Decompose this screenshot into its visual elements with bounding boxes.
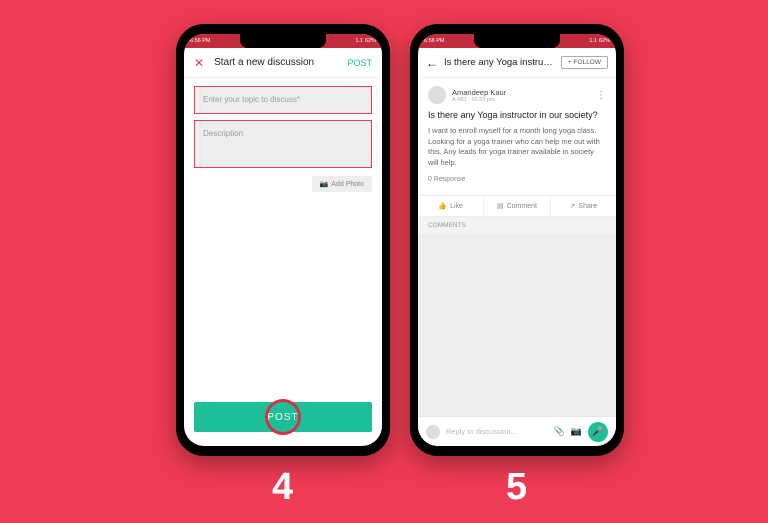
- comment-icon: ▤: [497, 202, 504, 210]
- post-button[interactable]: POST: [194, 402, 372, 432]
- author-meta: A-081 · 02:53 pm: [452, 97, 506, 103]
- step-number-4: 4: [272, 466, 293, 509]
- status-batt: 62%: [599, 38, 610, 44]
- close-icon[interactable]: ✕: [194, 56, 204, 70]
- share-button[interactable]: ↗ Share: [550, 196, 616, 216]
- response-count: 0 Response: [428, 176, 606, 187]
- add-photo-button[interactable]: 📷 Add Photo: [312, 176, 372, 192]
- header-bar: ✕ Start a new discussion POST: [184, 48, 382, 78]
- phone-notch: [240, 34, 326, 48]
- comment-button[interactable]: ▤ Comment: [483, 196, 549, 216]
- author-row: Amandeep Kaur A-081 · 02:53 pm ⋮: [428, 86, 606, 104]
- screen-4: 6:56 PM 1.1 62% ✕ Start a new discussion…: [184, 34, 382, 446]
- post-button-label: POST: [267, 412, 298, 423]
- reply-avatar: [426, 425, 440, 439]
- avatar: [428, 86, 446, 104]
- header-bar: ← Is there any Yoga instruct... + FOLLOW: [418, 48, 616, 78]
- status-net: 1.1: [355, 38, 363, 44]
- share-label: Share: [578, 203, 597, 210]
- screen-5: 6:56 PM 1.1 62% ← Is there any Yoga inst…: [418, 34, 616, 446]
- status-time: 6:56 PM: [190, 38, 210, 44]
- post-card: Amandeep Kaur A-081 · 02:53 pm ⋮ Is ther…: [418, 78, 616, 195]
- comments-header: COMMENTS: [418, 217, 616, 234]
- status-batt: 62%: [365, 38, 376, 44]
- post-title: Is there any Yoga instructor in our soci…: [428, 110, 606, 120]
- reply-bar: Reply to discussion... 📎 📷 🎤: [418, 416, 616, 446]
- share-icon: ↗: [570, 202, 576, 210]
- step-number-5: 5: [506, 466, 527, 509]
- form-area: Enter your topic to discuss* Description…: [184, 78, 382, 200]
- topic-input[interactable]: Enter your topic to discuss*: [194, 86, 372, 114]
- comments-area: [418, 234, 616, 416]
- camera-icon: 📷: [320, 180, 329, 188]
- header-post-link[interactable]: POST: [347, 58, 372, 68]
- author-name: Amandeep Kaur: [452, 88, 506, 97]
- action-row: 👍 Like ▤ Comment ↗ Share: [418, 195, 616, 217]
- plus-icon: +: [568, 59, 572, 66]
- header-title: Start a new discussion: [214, 57, 347, 68]
- like-button[interactable]: 👍 Like: [418, 196, 483, 216]
- status-net: 1.1: [589, 38, 597, 44]
- follow-button[interactable]: + FOLLOW: [561, 56, 608, 69]
- phone-frame-4: 6:56 PM 1.1 62% ✕ Start a new discussion…: [176, 24, 390, 456]
- header-title: Is there any Yoga instruct...: [444, 57, 555, 68]
- follow-label: FOLLOW: [574, 59, 601, 66]
- phone-frame-5: 6:56 PM 1.1 62% ← Is there any Yoga inst…: [410, 24, 624, 456]
- reply-input[interactable]: Reply to discussion...: [446, 427, 548, 436]
- comment-label: Comment: [507, 203, 537, 210]
- add-photo-label: Add Photo: [331, 181, 364, 188]
- phone-notch: [474, 34, 560, 48]
- description-input[interactable]: Description: [194, 120, 372, 168]
- status-time: 6:56 PM: [424, 38, 444, 44]
- attachment-icon[interactable]: 📎: [554, 426, 565, 437]
- thumbs-up-icon: 👍: [438, 202, 447, 210]
- mic-button[interactable]: 🎤: [588, 422, 608, 442]
- back-icon[interactable]: ←: [426, 56, 438, 70]
- more-icon[interactable]: ⋮: [596, 90, 606, 101]
- mic-icon: 🎤: [592, 426, 603, 437]
- spacer: [184, 200, 382, 402]
- like-label: Like: [450, 203, 463, 210]
- post-body: I want to enroll myself for a month long…: [428, 126, 606, 168]
- camera-icon[interactable]: 📷: [571, 426, 582, 437]
